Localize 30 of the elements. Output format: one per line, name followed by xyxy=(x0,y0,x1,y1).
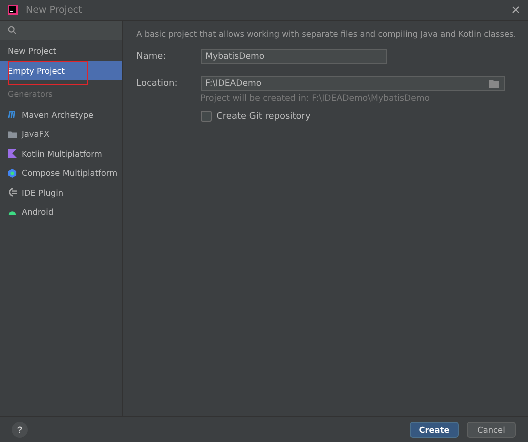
search-icon xyxy=(8,26,17,35)
name-field[interactable]: MybatisDemo xyxy=(200,49,387,64)
create-button[interactable]: Create xyxy=(410,422,459,438)
location-hint: Project will be created in: F:\IDEADemo\MybatisDemo xyxy=(200,94,432,104)
kotlin-icon xyxy=(8,149,17,158)
folder-icon xyxy=(8,130,17,139)
sidebar-item[interactable]: Empty Project xyxy=(0,61,122,80)
plug-icon xyxy=(8,188,17,198)
location-field[interactable]: F:\IDEADemo xyxy=(200,76,505,91)
description-text: A basic project that allows working with separate files and compiling Java and Kotlin classes. xyxy=(136,29,516,39)
close-icon[interactable] xyxy=(512,6,520,14)
section-title: Generators xyxy=(7,89,54,101)
field-label: Location: xyxy=(136,78,179,88)
search-field[interactable] xyxy=(0,21,122,40)
help-button[interactable]: ? xyxy=(12,422,28,438)
app-logo-icon xyxy=(8,5,18,15)
cancel-button[interactable]: Cancel xyxy=(467,422,516,438)
sidebar-item[interactable]: Maven Archetype xyxy=(0,105,122,124)
field-label: Name: xyxy=(136,52,168,62)
sidebar-item[interactable]: Android xyxy=(0,202,122,222)
folder-icon[interactable] xyxy=(488,80,500,88)
window-title: New Project xyxy=(26,4,82,16)
compose-icon xyxy=(8,168,17,178)
sidebar-item[interactable]: JavaFX xyxy=(0,124,122,144)
sidebar-item[interactable]: IDE Plugin xyxy=(0,183,122,202)
sidebar-item[interactable]: Kotlin Multiplatform xyxy=(0,144,122,164)
m-letter-icon xyxy=(8,110,17,120)
sidebar-item[interactable]: Compose Multiplatform xyxy=(0,164,122,183)
git-checkbox[interactable]: Create Git repository xyxy=(200,111,516,122)
sidebar-item[interactable]: New Project xyxy=(0,41,122,60)
